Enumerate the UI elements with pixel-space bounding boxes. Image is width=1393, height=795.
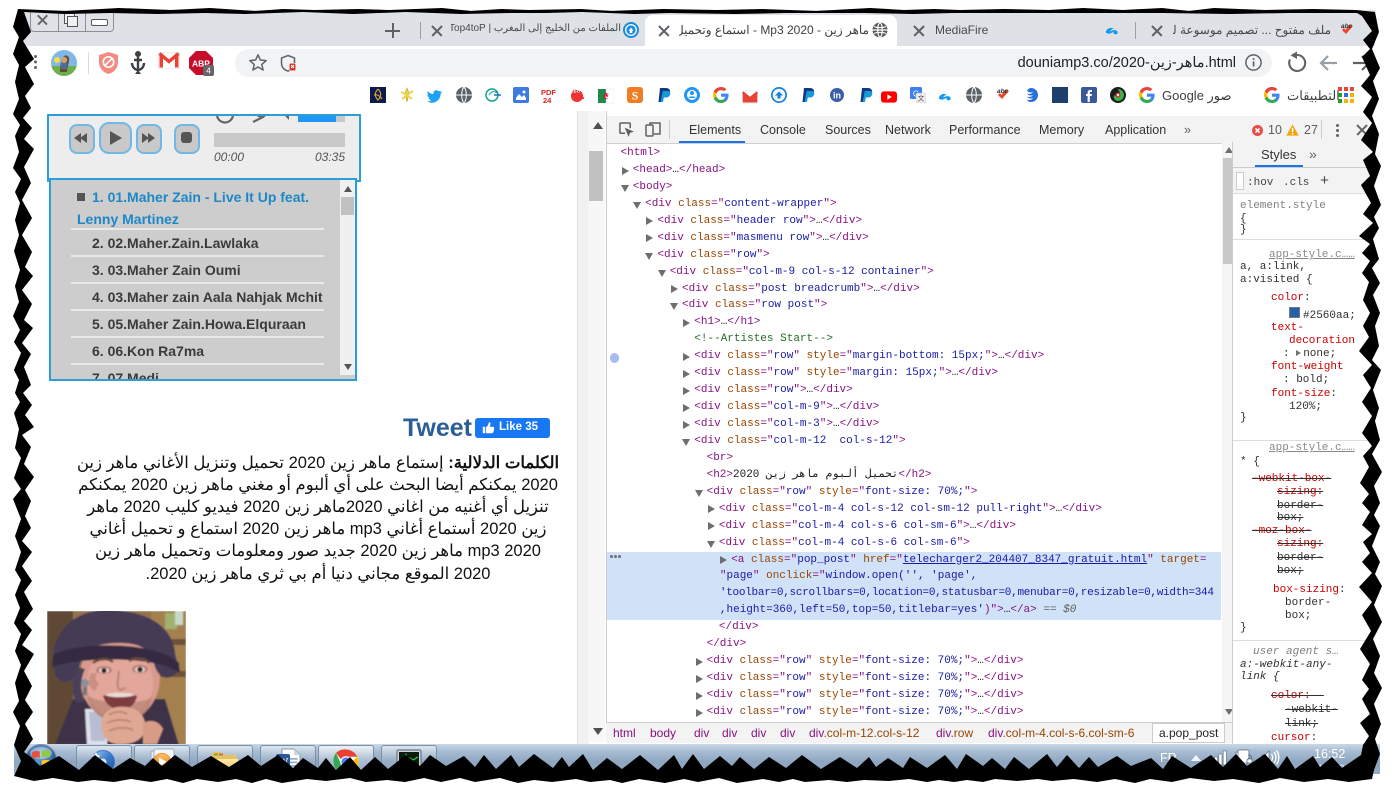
svg-text:S: S <box>632 89 639 103</box>
svg-text:abc: abc <box>1341 23 1353 30</box>
svg-text:4: 4 <box>206 66 211 76</box>
svg-text:24: 24 <box>543 96 552 104</box>
svg-text:in: in <box>833 91 841 101</box>
svg-text:abc: abc <box>997 88 1009 95</box>
svg-text:W: W <box>278 756 289 768</box>
svg-text:文: 文 <box>918 94 925 103</box>
